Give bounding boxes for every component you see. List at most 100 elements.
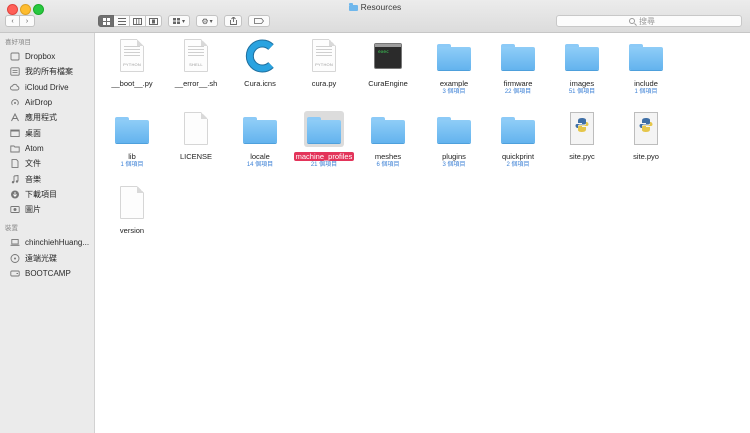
list-view-button[interactable] (114, 15, 130, 27)
dropbox-icon (10, 52, 20, 61)
file-name-label: CuraEngine (368, 79, 408, 88)
share-button[interactable] (224, 15, 242, 27)
sidebar-item-label: AirDrop (25, 98, 53, 108)
airdrop-icon (10, 98, 20, 107)
sidebar-item-favorite-7[interactable]: 文件 (0, 156, 94, 171)
file-name-label: __boot__.py (111, 79, 153, 88)
drive-icon (10, 269, 20, 278)
column-view-button[interactable] (130, 15, 146, 27)
sidebar-item-device-0[interactable]: chinchiehHuang... (0, 235, 94, 250)
sidebar-item-favorite-8[interactable]: 音樂 (0, 171, 94, 186)
file-item-site-pyo[interactable]: site.pyo (613, 111, 679, 161)
file-icon-container (240, 111, 280, 147)
file-item-machine-profiles[interactable]: machine_profiles 21 個項目 (291, 111, 357, 169)
folder-icon (437, 117, 471, 143)
python-file-icon: PYTHON (312, 39, 336, 72)
file-name-label: locale (250, 152, 270, 161)
file-icon-container: PYTHON (304, 38, 344, 74)
sidebar-item-favorite-10[interactable]: 圖片 (0, 202, 94, 217)
sidebar-item-favorite-9[interactable]: 下載項目 (0, 187, 94, 202)
file-item-license[interactable]: LICENSE (163, 111, 229, 161)
arrange-button[interactable]: ▾ (168, 15, 190, 27)
file-item-version[interactable]: version (99, 185, 165, 235)
grid-icon (102, 17, 110, 25)
compiled-python-icon (634, 112, 658, 145)
documents-icon (10, 159, 20, 169)
search-input[interactable] (639, 16, 669, 26)
folder-icon (565, 44, 599, 70)
file-name-label: site.pyo (633, 152, 659, 161)
sidebar-item-favorite-1[interactable]: 我的所有檔案 (0, 64, 94, 79)
file-name-label: Cura.icns (244, 79, 276, 88)
sidebar-item-label: 音樂 (25, 174, 41, 184)
folder-item-count: 1 個項目 (120, 162, 144, 168)
file-name-label: meshes (374, 152, 402, 161)
file-icon-container (434, 38, 474, 74)
sidebar-item-favorite-3[interactable]: AirDrop (0, 95, 94, 110)
file-icon-container (304, 111, 344, 147)
file-icon-container (176, 111, 216, 147)
file-name-label: images (569, 79, 595, 88)
sidebar-item-favorite-6[interactable]: Atom (0, 141, 94, 156)
laptop-icon (10, 238, 20, 247)
chevron-left-icon: ‹ (11, 17, 14, 25)
file-item-cura-py[interactable]: PYTHON cura.py (291, 38, 357, 88)
file-name-label: example (439, 79, 469, 88)
sidebar-item-favorite-2[interactable]: iCloud Drive (0, 80, 94, 95)
columns-icon (133, 17, 142, 25)
file-item-lib[interactable]: lib 1 個項目 (99, 111, 165, 169)
back-button[interactable]: ‹ (5, 15, 20, 27)
action-button[interactable]: ⚙ ▾ (196, 15, 218, 27)
file-name-label: cura.py (311, 79, 337, 88)
search-field[interactable] (556, 15, 742, 27)
folder-item-count: 14 個項目 (246, 162, 274, 168)
sidebar: 喜好項目 Dropbox 我的所有檔案 iCloud Drive AirDrop 應用程… (0, 33, 95, 433)
navigation-buttons: ‹ › (5, 15, 35, 27)
sidebar-item-label: BOOTCAMP (25, 269, 71, 278)
file-item-site-pyc[interactable]: site.pyc (549, 111, 615, 161)
file-item-curaengine[interactable]: exec CuraEngine (355, 38, 421, 88)
file-name-label: plugins (442, 152, 466, 161)
file-item-error-sh[interactable]: SHELL __error__.sh (163, 38, 229, 88)
cover-flow-view-button[interactable] (146, 15, 162, 27)
sidebar-item-favorite-4[interactable]: 應用程式 (0, 110, 94, 125)
folder-icon (307, 117, 341, 143)
file-icon-container (112, 111, 152, 147)
sidebar-item-favorite-0[interactable]: Dropbox (0, 49, 94, 64)
file-item-firmware[interactable]: firmware 22 個項目 (485, 38, 551, 96)
icon-view-button[interactable] (98, 15, 114, 27)
sidebar-item-device-1[interactable]: 遠端光碟 (0, 251, 94, 266)
blank-document-icon (120, 186, 144, 219)
file-item-images[interactable]: images 51 個項目 (549, 38, 615, 96)
search-icon (629, 18, 635, 24)
sidebar-item-label: Atom (25, 143, 44, 153)
file-item-boot-py[interactable]: PYTHON __boot__.py (99, 38, 165, 88)
arrange-grid-icon (172, 18, 180, 24)
title-bar: Resources ‹ › ▾ ⚙ ▾ (0, 0, 750, 33)
file-name-label: lib (128, 152, 136, 161)
music-icon (10, 174, 20, 184)
folder-icon (10, 144, 20, 153)
compiled-python-icon (570, 112, 594, 145)
file-item-meshes[interactable]: meshes 6 個項目 (355, 111, 421, 169)
file-icon-container (368, 111, 408, 147)
file-item-quickprint[interactable]: quickprint 2 個項目 (485, 111, 551, 169)
file-name-label: machine_profiles (293, 152, 355, 161)
folder-item-count: 6 個項目 (376, 162, 400, 168)
sidebar-item-favorite-5[interactable]: 桌面 (0, 125, 94, 140)
file-item-locale[interactable]: locale 14 個項目 (227, 111, 293, 169)
file-item-cura-icns[interactable]: Cura.icns (227, 38, 293, 88)
forward-button[interactable]: › (20, 15, 35, 27)
file-name-label: include (634, 79, 658, 88)
edit-tags-button[interactable] (248, 15, 270, 27)
shell-script-icon: SHELL (184, 39, 208, 72)
list-icon (117, 17, 126, 25)
folder-icon (629, 44, 663, 70)
folder-item-count: 51 個項目 (568, 89, 596, 95)
sidebar-item-device-2[interactable]: BOOTCAMP (0, 266, 94, 281)
file-item-example[interactable]: example 3 個項目 (421, 38, 487, 96)
file-item-plugins[interactable]: plugins 3 個項目 (421, 111, 487, 169)
file-item-include[interactable]: include 1 個項目 (613, 38, 679, 96)
folder-item-count: 21 個項目 (310, 162, 338, 168)
cura-app-icon (245, 39, 274, 73)
